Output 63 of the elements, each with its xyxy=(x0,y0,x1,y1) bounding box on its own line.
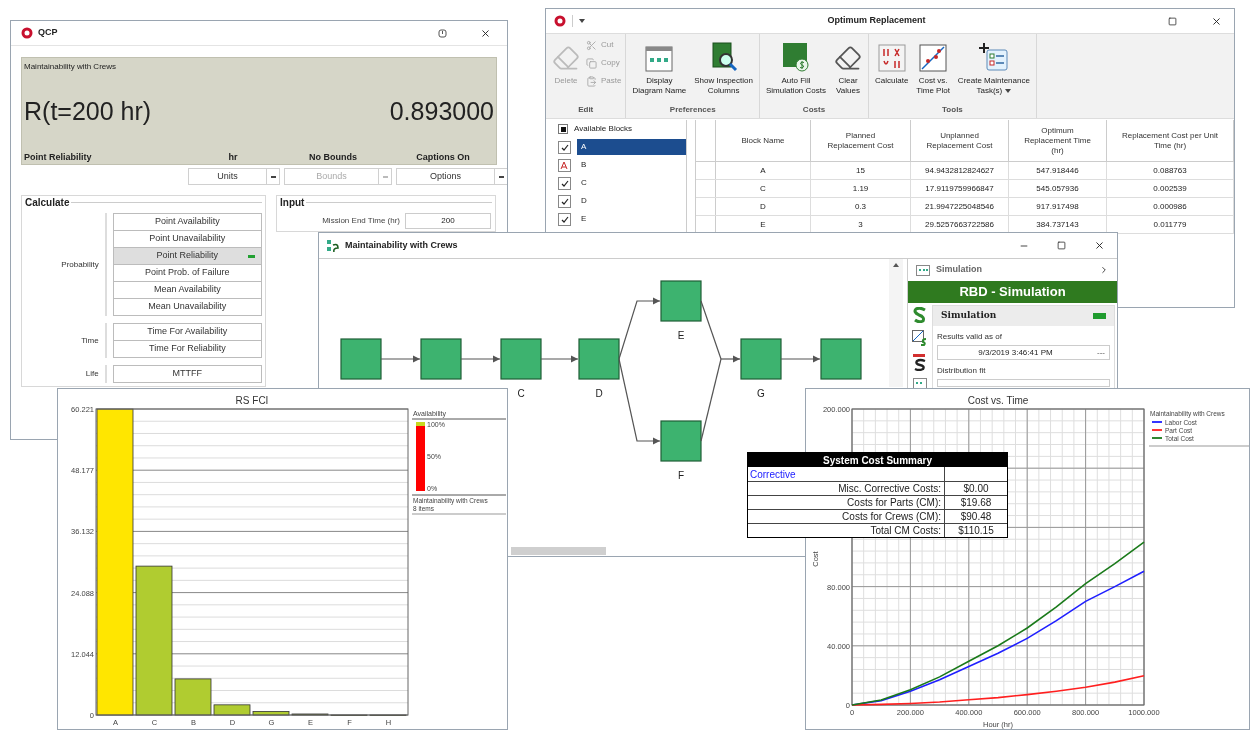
table-cell: 0.002539 xyxy=(1107,180,1234,197)
table-cell: 917.917498 xyxy=(1009,198,1107,215)
summary-label: Misc. Corrective Costs: xyxy=(748,481,945,495)
window-title: Maintainability with Crews xyxy=(345,238,458,252)
section-title: Simulation xyxy=(941,309,997,323)
list-header: Available Blocks xyxy=(574,123,633,135)
table-cell: D xyxy=(716,198,811,215)
column-header: Optimum Replacement Time (hr) xyxy=(1009,120,1107,161)
panel-header: Simulation xyxy=(936,263,982,277)
display-footer-text: Captions On xyxy=(416,150,470,164)
field-label: Distribution fit xyxy=(936,365,987,377)
group-label: Time xyxy=(81,334,99,347)
window-title: Optimum Replacement xyxy=(826,14,927,28)
display-footer-text: No Bounds xyxy=(309,150,357,164)
panel-banner: RBD - Simulation xyxy=(908,281,1117,303)
block-caption: F xyxy=(677,470,685,481)
expression-text: R(t=200 hr) xyxy=(24,96,152,127)
table-cell: 0.088763 xyxy=(1107,162,1234,179)
ribbon-group-label: Preferences xyxy=(668,104,717,116)
group-title: Input xyxy=(280,196,305,210)
block-caption: C xyxy=(517,388,525,399)
chart-title: RS FCI xyxy=(235,395,269,406)
summary-label: Costs for Parts (CM): xyxy=(748,495,945,509)
display-footer-text: Point Reliability xyxy=(24,150,92,164)
table-cell: 15 xyxy=(811,162,911,179)
summary-label: Costs for Crews (CM): xyxy=(748,509,945,523)
table-cell: 0.3 xyxy=(811,198,911,215)
ribbon-group-label: Edit xyxy=(577,104,595,116)
table-cell: 545.057936 xyxy=(1009,180,1107,197)
section-label: Corrective xyxy=(748,467,945,481)
summary-label: Total CM Costs: xyxy=(748,523,945,537)
group-label: Life xyxy=(85,368,99,380)
summary-value: $0.00 xyxy=(945,481,1007,495)
field-label: Mission End Time (hr) xyxy=(322,215,400,227)
chart-title: Cost vs. Time xyxy=(967,395,1029,406)
group-title: Calculate xyxy=(25,196,70,210)
summary-value: $110.15 xyxy=(945,523,1007,537)
table-cell: 547.918446 xyxy=(1009,162,1107,179)
field-label: Results valid as of xyxy=(936,331,1003,343)
column-header: Planned Replacement Cost xyxy=(811,120,911,161)
group-label: Probability xyxy=(61,258,99,271)
column-header: Replacement Cost per Unit Time (hr) xyxy=(1107,120,1234,161)
block-caption: G xyxy=(757,388,765,399)
table-cell: A xyxy=(716,162,811,179)
table-cell: 94.9432812824627 xyxy=(911,162,1009,179)
window-title: QCP xyxy=(38,26,58,40)
display-caption: Maintainability with Crews xyxy=(24,61,117,73)
column-header: Unplanned Replacement Cost xyxy=(911,120,1009,161)
column-header: Block Name xyxy=(716,120,811,161)
table-cell: 0.000986 xyxy=(1107,198,1234,215)
ribbon-group-label: Tools xyxy=(941,104,964,116)
block-caption: E xyxy=(677,330,685,341)
summary-value: $19.68 xyxy=(945,495,1007,509)
table-cell: 1.19 xyxy=(811,180,911,197)
result-value: 0.893000 xyxy=(389,96,494,127)
table-cell: C xyxy=(716,180,811,197)
table-cell: 21.9947225048546 xyxy=(911,198,1009,215)
summary-value: $90.48 xyxy=(945,509,1007,523)
ribbon-group-label: Costs xyxy=(801,104,827,116)
summary-title: System Cost Summary xyxy=(748,453,1007,467)
table-cell: 17.9119759966847 xyxy=(911,180,1009,197)
block-caption: D xyxy=(595,388,603,399)
display-footer-text: hr xyxy=(228,150,238,164)
